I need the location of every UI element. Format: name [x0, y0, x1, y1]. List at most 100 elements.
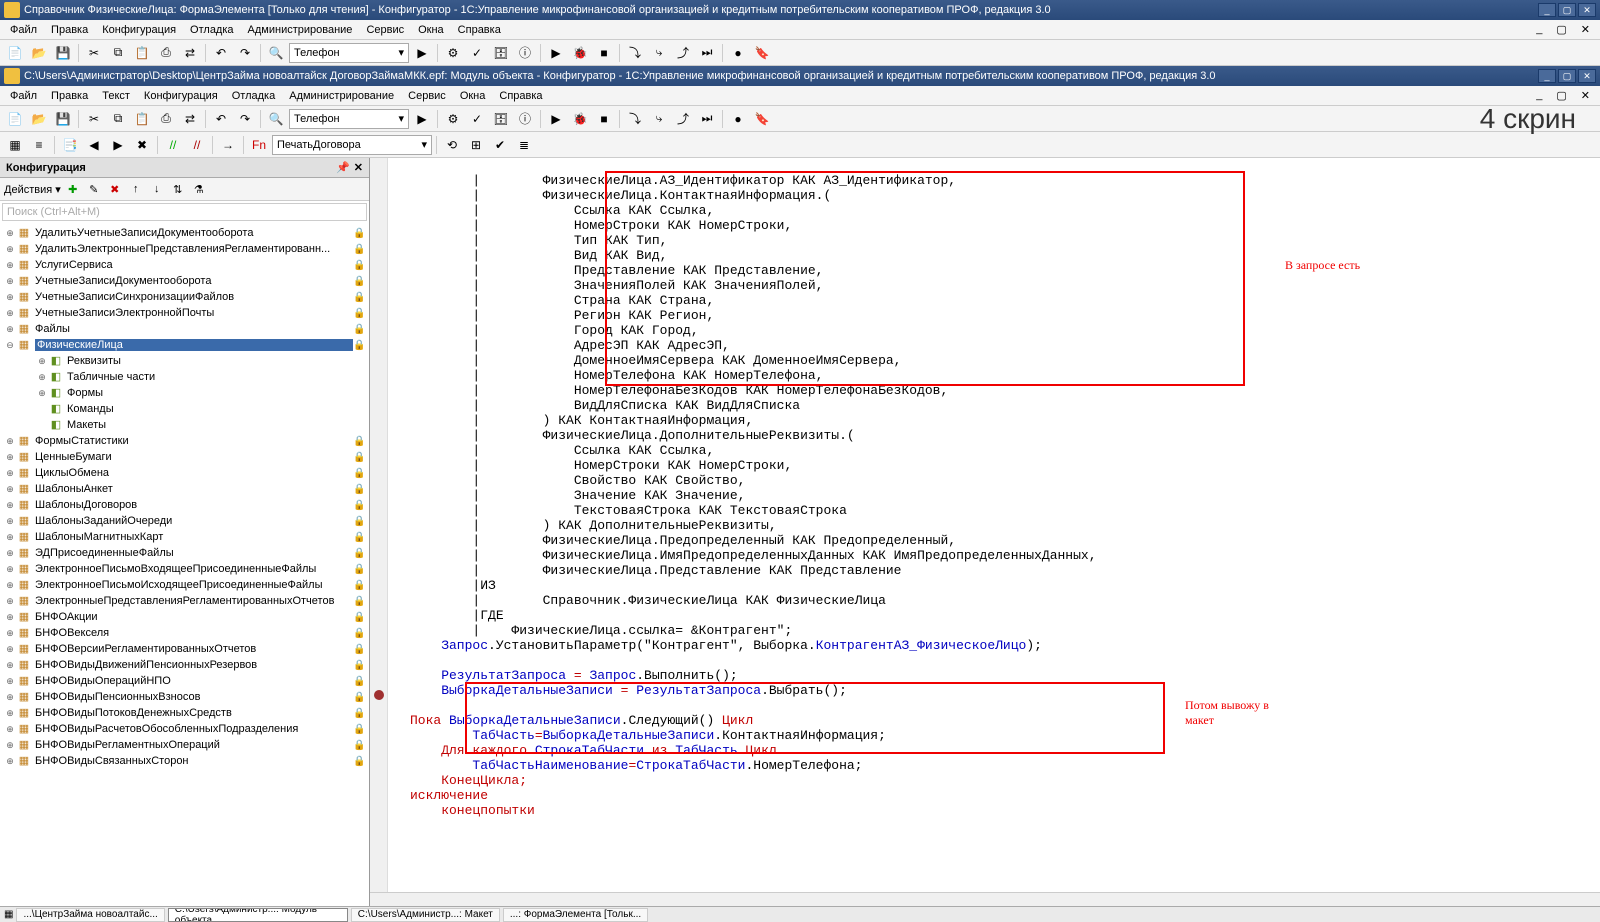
expand-icon[interactable]: ⊕ — [4, 532, 16, 543]
expand-icon[interactable]: ⊕ — [4, 644, 16, 655]
menu-help[interactable]: Справка — [493, 88, 548, 104]
run-icon[interactable]: ▶ — [545, 42, 567, 64]
bookmark-icon[interactable]: 🔖 — [751, 108, 773, 130]
expand-icon[interactable]: ⊕ — [4, 548, 16, 559]
tree-item[interactable]: ⊕▦БНФОВекселя🔒 — [0, 625, 369, 641]
menu-service[interactable]: Сервис — [360, 22, 410, 38]
tree-item[interactable]: ⊕▦УслугиСервиса🔒 — [0, 257, 369, 273]
bookmark-icon[interactable]: 🔖 — [751, 42, 773, 64]
search-combo[interactable]: Телефон▾ — [289, 43, 409, 63]
tree-item[interactable]: ⊕◧Реквизиты — [0, 353, 369, 369]
compare-icon[interactable]: ⇄ — [179, 108, 201, 130]
maximize-button[interactable]: ▢ — [1558, 3, 1576, 17]
tree-item[interactable]: ⊕▦БНФОАкции🔒 — [0, 609, 369, 625]
menu-service[interactable]: Сервис — [402, 88, 452, 104]
db-icon[interactable]: 🗄 — [490, 108, 512, 130]
tree-item[interactable]: ⊕▦ЭлектронноеПисьмоВходящееПрисоединенны… — [0, 561, 369, 577]
step-out-icon[interactable]: ⤴ — [672, 42, 694, 64]
minimize-button[interactable]: _ — [1538, 3, 1556, 17]
syntax-icon[interactable]: ✓ — [466, 42, 488, 64]
minimize-button[interactable]: _ — [1538, 69, 1556, 83]
expand-icon[interactable]: ⊕ — [4, 596, 16, 607]
copy-icon[interactable]: ⧉ — [107, 42, 129, 64]
undo-icon[interactable]: ↶ — [210, 42, 232, 64]
cut-icon[interactable]: ✂ — [83, 42, 105, 64]
breakpoint-icon[interactable]: ● — [727, 42, 749, 64]
syntax-icon[interactable]: ✓ — [466, 108, 488, 130]
actions-dropdown[interactable]: Действия ▾ — [4, 183, 61, 196]
close-button[interactable]: ✕ — [1578, 3, 1596, 17]
tree-item[interactable]: ⊕▦ФормыСтатистики🔒 — [0, 433, 369, 449]
mdi-restore-button[interactable]: ▢ — [1550, 87, 1572, 104]
bookmark-toggle-icon[interactable]: 📑 — [59, 134, 81, 156]
delete-icon[interactable]: ✖ — [106, 180, 124, 198]
undo-icon[interactable]: ↶ — [210, 108, 232, 130]
menu-debug[interactable]: Отладка — [184, 22, 239, 38]
step-over-icon[interactable]: ⤵ — [624, 42, 646, 64]
maximize-button[interactable]: ▢ — [1558, 69, 1576, 83]
expand-icon[interactable]: ⊕ — [36, 372, 48, 383]
search-combo[interactable]: Телефон▾ — [289, 109, 409, 129]
tree-item[interactable]: ⊕▦ЦиклыОбмена🔒 — [0, 465, 369, 481]
tree-item[interactable]: ⊕▦ШаблоныЗаданийОчереди🔒 — [0, 513, 369, 529]
tree-item[interactable]: ⊕▦УдалитьЭлектронныеПредставленияРегламе… — [0, 241, 369, 257]
expand-icon[interactable]: ⊕ — [4, 740, 16, 751]
menu-help[interactable]: Справка — [452, 22, 507, 38]
expand-icon[interactable]: ⊕ — [4, 692, 16, 703]
tree-item[interactable]: ⊕▦УчетныеЗаписиСинхронизацииФайлов🔒 — [0, 289, 369, 305]
code-editor[interactable]: | ФизическиеЛица.АЗ_Идентификатор КАК АЗ… — [370, 158, 1600, 906]
continue-icon[interactable]: ⏭ — [696, 108, 718, 130]
tree-item[interactable]: ⊕▦ЭДПрисоединенныеФайлы🔒 — [0, 545, 369, 561]
window-tab[interactable]: C:\Users\Администр...: Макет — [351, 908, 500, 922]
expand-icon[interactable]: ⊕ — [4, 724, 16, 735]
expand-icon[interactable]: ⊕ — [4, 676, 16, 687]
debug-icon[interactable]: 🐞 — [569, 108, 591, 130]
tree-item[interactable]: ⊕▦БНФОВидыРасчетовОбособленныхПодразделе… — [0, 721, 369, 737]
tree-item[interactable]: ⊕▦БНФОВидыРегламентныхОпераций🔒 — [0, 737, 369, 753]
uncomment-icon[interactable]: // — [186, 134, 208, 156]
expand-icon[interactable]: ⊕ — [4, 308, 16, 319]
tree-item[interactable]: ⊖▦ФизическиеЛица🔒 — [0, 337, 369, 353]
expand-icon[interactable]: ⊕ — [4, 260, 16, 271]
format-icon[interactable]: ≣ — [513, 134, 535, 156]
find-next-icon[interactable]: ▶ — [411, 42, 433, 64]
window-tab[interactable]: ...\ЦентрЗайма новоалтайс... — [16, 908, 164, 922]
down-icon[interactable]: ↓ — [148, 180, 166, 198]
mdi-close-button[interactable]: ✕ — [1575, 87, 1596, 104]
run-icon[interactable]: ▶ — [545, 108, 567, 130]
tree-item[interactable]: ⊕▦БНФОВидыСвязанныхСторон🔒 — [0, 753, 369, 769]
expand-icon[interactable]: ⊕ — [4, 484, 16, 495]
expand-icon[interactable]: ⊕ — [4, 468, 16, 479]
bookmark-next-icon[interactable]: ▶ — [107, 134, 129, 156]
menu-edit[interactable]: Правка — [45, 88, 94, 104]
search-icon[interactable]: 🔍 — [265, 108, 287, 130]
window-tab[interactable]: C:\Users\Администр...: Модуль объекта — [168, 908, 348, 922]
expand-icon[interactable]: ⊕ — [4, 580, 16, 591]
tree-item[interactable]: ◧Команды — [0, 401, 369, 417]
expand-icon[interactable]: ⊕ — [4, 708, 16, 719]
step-into-icon[interactable]: ⤷ — [648, 108, 670, 130]
save-icon[interactable]: 💾 — [52, 42, 74, 64]
expand-icon[interactable]: ⊕ — [4, 292, 16, 303]
expand-icon[interactable]: ⊕ — [36, 356, 48, 367]
menu-file[interactable]: Файл — [4, 22, 43, 38]
proc-icon[interactable]: ≡ — [28, 134, 50, 156]
tree-item[interactable]: ⊕▦БНФОВидыПотоковДенежныхСредств🔒 — [0, 705, 369, 721]
continue-icon[interactable]: ⏭ — [696, 42, 718, 64]
step-over-icon[interactable]: ⤵ — [624, 108, 646, 130]
open-icon[interactable]: 📂 — [28, 108, 50, 130]
tree-item[interactable]: ⊕▦БНФОВерсииРегламентированныхОтчетов🔒 — [0, 641, 369, 657]
proc-list-icon[interactable]: Fn — [248, 134, 270, 156]
mdi-restore-button[interactable]: ▢ — [1550, 21, 1572, 38]
redo-icon[interactable]: ↷ — [234, 42, 256, 64]
add-icon[interactable]: ✚ — [64, 180, 82, 198]
tree-item[interactable]: ⊕◧Табличные части — [0, 369, 369, 385]
stop-icon[interactable]: ■ — [593, 108, 615, 130]
menu-admin[interactable]: Администрирование — [283, 88, 400, 104]
expand-icon[interactable]: ⊕ — [4, 436, 16, 447]
check-icon[interactable]: ✔ — [489, 134, 511, 156]
help-icon[interactable]: ⓘ — [514, 108, 536, 130]
config-icon[interactable]: ⚙ — [442, 108, 464, 130]
refactor-icon[interactable]: ⟲ — [441, 134, 463, 156]
expand-icon[interactable]: ⊕ — [4, 500, 16, 511]
